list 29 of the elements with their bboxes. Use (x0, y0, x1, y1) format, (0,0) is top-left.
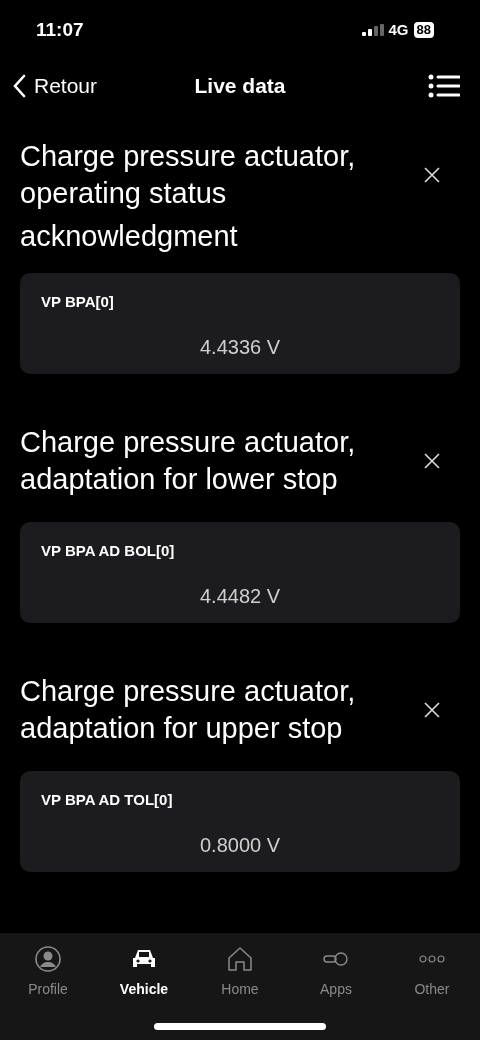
close-icon[interactable] (424, 167, 440, 183)
network-label: 4G (388, 19, 409, 40)
more-icon (419, 955, 445, 963)
tab-item[interactable]: Profile (0, 945, 96, 1000)
parameter-value: 0.8000 V (198, 832, 282, 858)
parameter-label: VP BPA AD BOL[0] (41, 541, 176, 561)
parameter-label: VP BPA AD TOL[0] (41, 790, 174, 810)
tab-item[interactable]: Apps (288, 945, 384, 1000)
close-icon[interactable] (424, 702, 440, 718)
page-title: Live data (194, 73, 286, 100)
tab-item[interactable]: Vehicle (96, 945, 192, 1000)
battery-level: 88 (413, 22, 434, 38)
back-chevron-icon (12, 74, 26, 98)
close-icon[interactable] (424, 453, 440, 469)
toggle-icon (323, 952, 349, 966)
parameter-value: 4.4336 V (198, 334, 282, 360)
tab-item[interactable]: Home (192, 945, 288, 1000)
section-title: Charge pressure actuator, adaptation for lower stop (20, 425, 357, 497)
tab-item[interactable]: Other (384, 945, 480, 1000)
home-icon (227, 946, 253, 972)
title-continuation: acknowledgment (20, 219, 239, 254)
parameter-label: VP BPA[0] (41, 292, 115, 312)
signal-icon (361, 24, 384, 36)
back-button[interactable]: Retour (12, 70, 122, 102)
status-time: 11:07 (36, 17, 84, 42)
profile-icon (35, 946, 61, 972)
section-title: Charge pressure actuator, adaptation for upper stop (20, 674, 357, 746)
parameter-value: 4.4482 V (198, 583, 282, 609)
list-menu-icon[interactable] (428, 74, 460, 98)
